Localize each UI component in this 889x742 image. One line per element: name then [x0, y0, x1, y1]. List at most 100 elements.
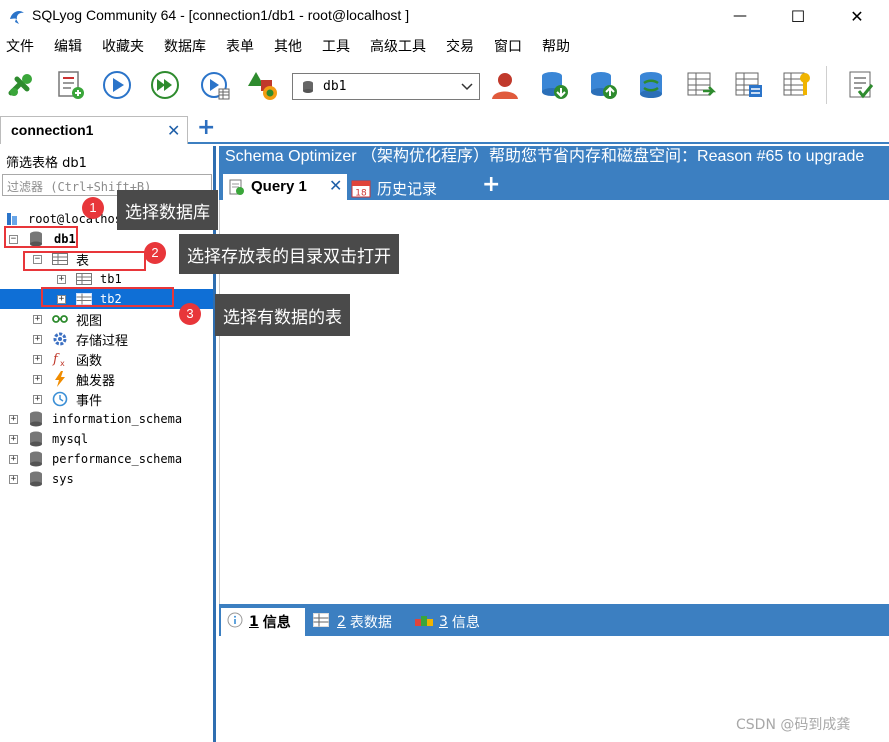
- schema-designer-icon: [248, 72, 277, 100]
- tab-table-data[interactable]: 2 表数据: [313, 608, 392, 636]
- database-selector[interactable]: db1: [292, 73, 480, 100]
- clock-icon: [52, 391, 68, 407]
- close-query-tab-icon[interactable]: ✕: [329, 176, 342, 195]
- database-selector-value: db1: [323, 79, 347, 94]
- annotation-box-tables: [23, 251, 146, 271]
- connection-tab-bar: connection1 ✕: [0, 114, 889, 144]
- calendar-day: 18: [355, 189, 367, 199]
- tree-item-triggers[interactable]: + 触发器: [0, 369, 213, 389]
- filter-label: 筛选表格 db1: [6, 156, 87, 171]
- server-icon: [4, 211, 20, 227]
- export-table-button[interactable]: [730, 66, 768, 104]
- menu-favorites[interactable]: 收藏夹: [102, 36, 144, 56]
- close-connection-icon[interactable]: ✕: [167, 121, 180, 140]
- schema-sync-button[interactable]: [778, 66, 816, 104]
- tab-result-info[interactable]: 1 信息: [221, 608, 305, 636]
- maximize-icon: ☐: [790, 6, 806, 26]
- menu-window[interactable]: 窗口: [494, 36, 522, 56]
- tab-result-3-label: 信息: [451, 615, 480, 631]
- tree-item-events[interactable]: + 事件: [0, 389, 213, 409]
- upgrade-banner[interactable]: Schema Optimizer （架构优化程序）帮助您节省内存和磁盘空间：Re…: [219, 146, 889, 172]
- import-table-icon: [687, 72, 717, 96]
- tab-table-data-num: 2: [337, 614, 346, 630]
- execute-all-button[interactable]: [146, 66, 184, 104]
- tab-history-label: 历史记录: [377, 180, 438, 198]
- restore-button[interactable]: [584, 66, 622, 104]
- backup-database-icon: [542, 72, 568, 99]
- menu-bar: 文件 编辑 收藏夹 数据库 表单 其他 工具 高级工具 交易 窗口 帮助: [0, 33, 889, 59]
- new-connection-button[interactable]: [2, 66, 40, 104]
- sqlyog-logo-icon: [10, 11, 24, 24]
- execute-query-button[interactable]: [98, 66, 136, 104]
- tab-table-data-label: 表数据: [349, 615, 392, 631]
- minimize-button[interactable]: —: [711, 0, 769, 32]
- execute-edit-icon: [201, 72, 230, 100]
- new-query-button[interactable]: [52, 66, 90, 104]
- lightning-icon: [52, 371, 68, 387]
- grid-icon: [313, 613, 329, 631]
- tree-item-tb1-label: tb1: [100, 272, 122, 286]
- tree-item-mysql[interactable]: + mysql: [0, 429, 213, 449]
- toolbar-separator: [826, 66, 827, 104]
- new-query-icon: [58, 71, 84, 99]
- menu-tools[interactable]: 工具: [322, 36, 350, 56]
- tree-item-information-schema-label: information_schema: [52, 412, 183, 426]
- database-icon: [28, 451, 44, 467]
- tree-item-procedures[interactable]: + 存储过程: [0, 329, 213, 349]
- chevron-down-icon: [461, 79, 473, 97]
- tree-item-information-schema[interactable]: + information_schema: [0, 409, 213, 429]
- user-manager-button[interactable]: [486, 66, 524, 104]
- connection-tab-label: connection1: [11, 122, 94, 138]
- tree-item-functions[interactable]: + fx 函数: [0, 349, 213, 369]
- query-tab-bar: Query 1 ✕ 18 历史记录 +: [219, 172, 889, 200]
- menu-database[interactable]: 数据库: [164, 36, 206, 56]
- menu-edit[interactable]: 编辑: [54, 36, 82, 56]
- schema-designer-button[interactable]: [244, 66, 282, 104]
- menu-file[interactable]: 文件: [6, 36, 34, 56]
- execute-edit-button[interactable]: [196, 66, 234, 104]
- menu-advanced-tools[interactable]: 高级工具: [370, 36, 426, 56]
- export-table-icon: [735, 72, 762, 97]
- expand-icon: +: [9, 413, 18, 424]
- expand-icon: +: [9, 473, 18, 484]
- new-connection-icon: [8, 74, 32, 96]
- annotation-badge-2: 2: [144, 242, 166, 264]
- import-table-button[interactable]: [682, 66, 720, 104]
- tab-result-info-label: 信息: [262, 615, 291, 631]
- maximize-button[interactable]: ☐: [769, 0, 827, 32]
- function-icon: fx: [52, 351, 68, 367]
- tab-query-1[interactable]: Query 1 ✕: [223, 174, 347, 200]
- svg-text:f: f: [52, 352, 60, 367]
- menu-other[interactable]: 其他: [274, 36, 302, 56]
- expand-icon: +: [33, 353, 42, 364]
- tree-item-sys[interactable]: + sys: [0, 469, 213, 489]
- sync-button[interactable]: [632, 66, 670, 104]
- menu-help[interactable]: 帮助: [542, 36, 570, 56]
- result-tab-bar: 1 信息 2 表数据 3 信息: [219, 604, 889, 636]
- tree-item-performance-schema[interactable]: + performance_schema: [0, 449, 213, 469]
- close-window-button[interactable]: ✕: [828, 0, 886, 32]
- query-profiler-button[interactable]: [842, 66, 880, 104]
- menu-transaction[interactable]: 交易: [446, 36, 474, 56]
- connection-tab[interactable]: connection1 ✕: [0, 116, 188, 144]
- svg-text:x: x: [60, 359, 65, 367]
- query-tab-icon: [229, 179, 245, 199]
- tab-result-info-3[interactable]: 3 信息: [415, 608, 480, 636]
- schema-sync-icon: [783, 72, 810, 96]
- add-connection-button[interactable]: +: [197, 114, 215, 142]
- tab-result-info-num: 1: [249, 614, 259, 630]
- menu-table[interactable]: 表单: [226, 36, 254, 56]
- database-sync-icon: [640, 72, 662, 98]
- gear-icon: [52, 331, 68, 347]
- query-profiler-icon: [849, 71, 874, 99]
- calendar-icon: 18: [351, 178, 371, 202]
- database-icon: [28, 431, 44, 447]
- expand-icon: +: [9, 433, 18, 444]
- add-query-tab-button[interactable]: +: [482, 172, 500, 197]
- tree-item-triggers-label: 触发器: [76, 373, 116, 389]
- blocks-icon: [415, 613, 433, 631]
- annotation-box-db1: [4, 226, 78, 248]
- expand-icon: +: [33, 333, 42, 344]
- backup-button[interactable]: [535, 66, 573, 104]
- window-title: SQLyog Community 64 - [connection1/db1 -…: [32, 7, 410, 23]
